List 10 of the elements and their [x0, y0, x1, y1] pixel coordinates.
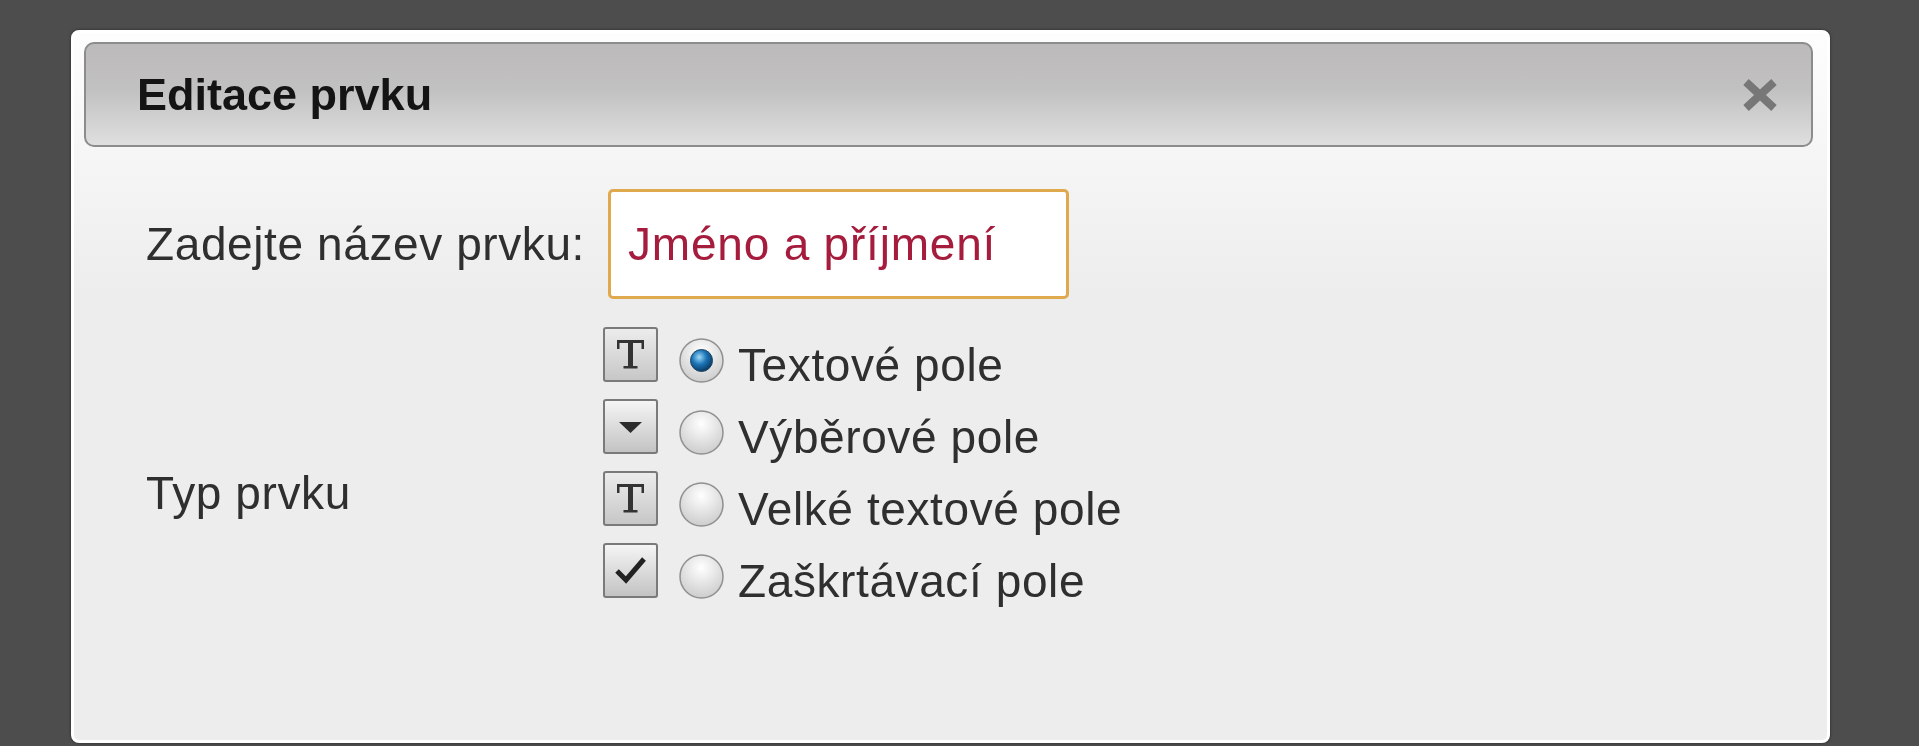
radio-button[interactable]: [679, 338, 724, 383]
radio-button[interactable]: [679, 482, 724, 527]
radio-button[interactable]: [679, 554, 724, 599]
radio-button[interactable]: [679, 410, 724, 455]
name-input[interactable]: Jméno a příjmení: [608, 189, 1069, 299]
letter-t-icon: [603, 327, 658, 382]
letter-t-icon: [603, 471, 658, 526]
dialog-title: Editace prvku: [137, 68, 433, 121]
close-icon[interactable]: [1741, 76, 1779, 113]
checkmark-icon: [603, 543, 658, 598]
